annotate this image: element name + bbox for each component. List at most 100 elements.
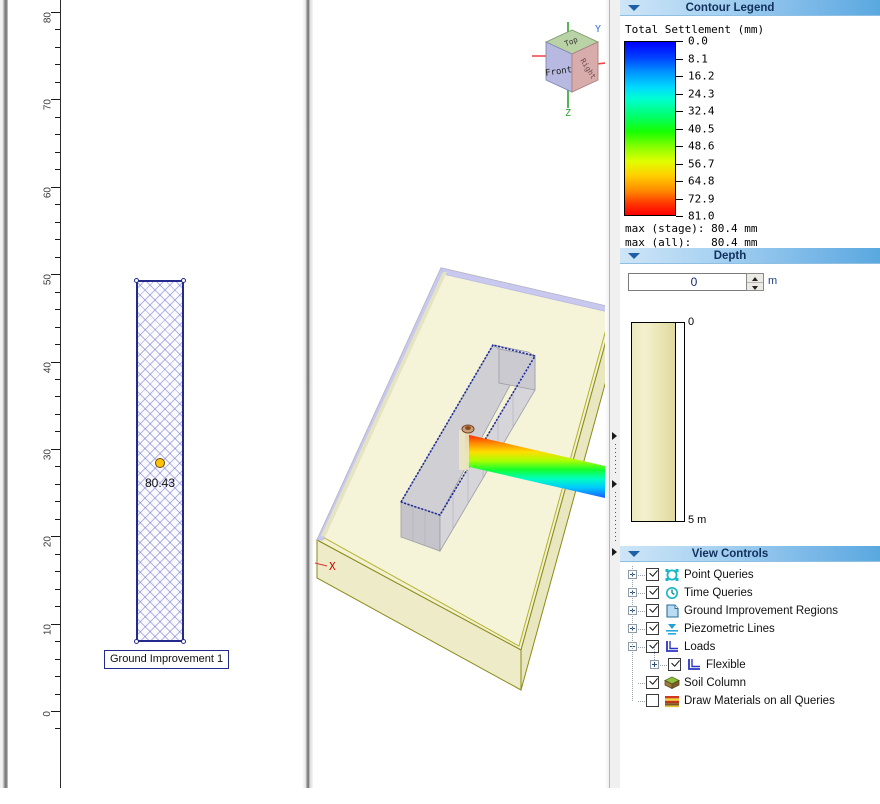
splitter-right[interactable] [605,0,621,788]
depth-scale-top-label: 0 [688,316,694,328]
region-node-handle[interactable] [181,639,186,644]
region-node-handle[interactable] [181,278,186,283]
view-control-row[interactable]: Draw Materials on all Queries [620,692,880,710]
tree-subtrunk [654,647,655,661]
ruler-tick-minor [55,134,60,135]
chevron-down-icon[interactable] [628,5,640,11]
axis-y-label: Y [595,24,601,35]
ruler-tick-minor [55,292,60,293]
legend-tick [676,164,683,165]
grip-dots [615,492,616,544]
view-control-row[interactable]: Ground Improvement Regions [620,602,880,620]
caret-up-icon [752,277,758,281]
tree-connector [638,629,645,630]
ruler-tick-minor [55,47,60,48]
right-dock: Contour Legend Total Settlement (mm) 0.0… [620,0,880,788]
legend-tick [676,94,683,95]
ruler-tick-minor [55,344,60,345]
view-control-row[interactable]: Loads [620,638,880,656]
view-control-label: Ground Improvement Regions [684,602,838,620]
visibility-checkbox[interactable] [646,622,659,635]
ruler-tick-minor [55,29,60,30]
depth-input[interactable] [628,273,760,291]
panel-header-view-controls[interactable]: View Controls [620,546,880,562]
ruler-label: 10 [43,624,54,635]
view-controls-panel: Point QueriesTime QueriesGround Improvem… [620,562,880,804]
view-control-row[interactable]: Point Queries [620,566,880,584]
vertical-ruler: 80706050403020100 [8,0,61,788]
legend-tick-label: 32.4 [688,105,715,118]
visibility-checkbox[interactable] [646,586,659,599]
soil-model-3d: X [313,0,605,788]
tree-connector [660,665,667,666]
chevron-down-icon[interactable] [628,551,640,557]
stepper-down-button[interactable] [747,283,763,291]
splitter-left[interactable] [302,0,313,788]
plan-view-2d[interactable]: 80706050403020100 80.43 Ground Improveme… [0,0,302,788]
ground-improvement-region-label[interactable]: Ground Improvement 1 [104,650,229,669]
view-control-row[interactable]: Time Queries [620,584,880,602]
view-control-row[interactable]: Piezometric Lines [620,620,880,638]
expand-icon[interactable] [650,660,659,669]
load-icon [686,658,702,672]
collapse-arrow-icon[interactable] [612,548,617,556]
panel-title-text: Contour Legend [686,2,775,14]
ruler-tick-minor [55,327,60,328]
visibility-checkbox[interactable] [646,568,659,581]
ruler-tick-minor [55,728,60,729]
soil-column-preview [631,322,676,522]
depth-stepper[interactable] [746,273,764,291]
ruler-label: 70 [43,99,54,110]
ruler-label: 50 [43,274,54,285]
visibility-checkbox[interactable] [668,658,681,671]
ruler-label: 60 [43,187,54,198]
collapse-arrow-icon[interactable] [612,432,617,440]
chevron-down-icon[interactable] [628,253,640,259]
panel-header-contour-legend[interactable]: Contour Legend [620,0,880,16]
stepper-up-button[interactable] [747,274,763,283]
region-node-handle[interactable] [134,639,139,644]
ruler-tick-minor [55,466,60,467]
time-query-icon [664,586,680,600]
axis-z-label: Z [565,108,571,117]
panel-title-text: View Controls [692,548,768,560]
legend-tick-label: 48.6 [688,140,715,153]
ruler-tick-minor [55,239,60,240]
region-node-handle[interactable] [134,278,139,283]
visibility-checkbox[interactable] [646,640,659,653]
contour-legend-panel: Total Settlement (mm) 0.08.116.224.332.4… [620,16,880,248]
point-query-marker[interactable] [155,458,165,468]
panel-header-depth[interactable]: Depth [620,248,880,264]
view-control-label: Point Queries [684,566,754,584]
legend-tick-label: 56.7 [688,157,715,170]
visibility-checkbox[interactable] [646,676,659,689]
ruler-tick-minor [55,257,60,258]
ruler-tick-minor [55,431,60,432]
contour-color-bar [624,41,676,216]
view-control-label: Loads [684,638,715,656]
collapse-arrow-icon[interactable] [612,480,617,488]
tree-connector [638,647,645,648]
ruler-tick-minor [55,204,60,205]
ruler-tick-minor [55,606,60,607]
legend-tick-label: 16.2 [688,70,715,83]
ruler-tick-minor [55,484,60,485]
tree-connector [638,575,645,576]
ruler-tick-minor [55,82,60,83]
orientation-cube[interactable]: Top Front Right Y Z [528,12,605,117]
visibility-checkbox[interactable] [646,694,659,707]
legend-tick [676,146,683,147]
legend-tick [676,41,683,42]
ruler-tick-minor [55,152,60,153]
legend-tick [676,216,683,217]
ruler-tick-minor [55,64,60,65]
legend-tick [676,76,683,77]
view-control-row[interactable]: Flexible [620,656,880,674]
ruler-tick-minor [55,589,60,590]
depth-panel: m 0 5 m [620,264,880,546]
point-query-icon [664,568,680,582]
view-control-row[interactable]: Soil Column [620,674,880,692]
ruler-tick-minor [55,379,60,380]
visibility-checkbox[interactable] [646,604,659,617]
perspective-view-3d[interactable]: X Top Front Right Y Z [313,0,605,788]
